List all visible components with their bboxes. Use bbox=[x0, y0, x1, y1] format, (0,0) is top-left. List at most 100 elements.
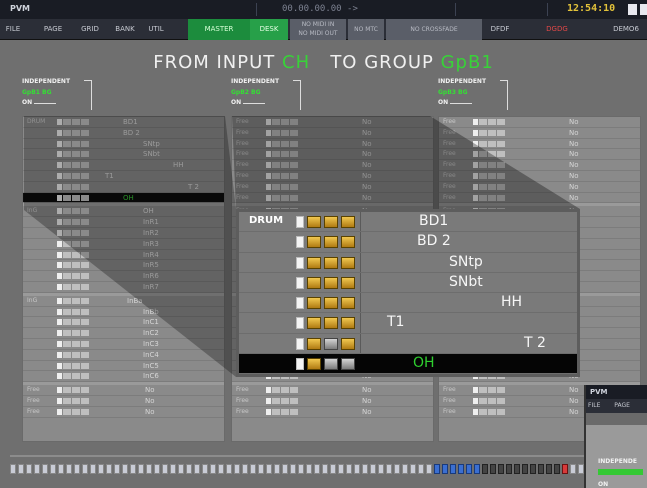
row-buttons[interactable] bbox=[473, 387, 509, 394]
assign-button[interactable] bbox=[307, 276, 321, 289]
row-buttons[interactable] bbox=[266, 397, 302, 404]
select-button[interactable] bbox=[57, 351, 62, 358]
channel-strip-button[interactable] bbox=[370, 464, 376, 474]
select-button[interactable] bbox=[57, 319, 62, 326]
channel-strip-button[interactable] bbox=[426, 464, 432, 474]
assign-button[interactable] bbox=[63, 319, 71, 326]
table-row[interactable]: InC5 bbox=[23, 361, 224, 372]
row-buttons[interactable] bbox=[57, 229, 93, 236]
channel-strip-button[interactable] bbox=[178, 464, 184, 474]
mini-menu-page[interactable]: PAGE bbox=[614, 402, 630, 409]
select-button[interactable] bbox=[473, 387, 478, 394]
channel-strip-button[interactable] bbox=[66, 464, 72, 474]
table-row[interactable]: Free No bbox=[232, 128, 433, 139]
assign-button[interactable] bbox=[290, 387, 298, 394]
scene-dgdg[interactable]: DGDG bbox=[537, 19, 577, 40]
zoom-row[interactable]: T 2 bbox=[239, 334, 577, 355]
select-button[interactable] bbox=[57, 119, 62, 125]
assign-button[interactable] bbox=[63, 183, 71, 190]
channel-strip-button[interactable] bbox=[242, 464, 248, 474]
master-button[interactable]: MASTER bbox=[188, 19, 250, 40]
channel-strip-button[interactable] bbox=[458, 464, 464, 474]
channel-strip-button[interactable] bbox=[562, 464, 568, 474]
channel-strip-button[interactable] bbox=[498, 464, 504, 474]
table-row[interactable]: Free No bbox=[23, 396, 224, 407]
assign-button[interactable] bbox=[63, 283, 71, 290]
assign-button[interactable] bbox=[479, 119, 487, 125]
channel-strip-button[interactable] bbox=[530, 464, 536, 474]
select-button[interactable] bbox=[296, 236, 304, 249]
assign-button[interactable] bbox=[341, 297, 355, 310]
assign-button[interactable] bbox=[81, 319, 89, 326]
assign-button[interactable] bbox=[281, 387, 289, 394]
assign-button[interactable] bbox=[488, 151, 496, 158]
channel-strip-button[interactable] bbox=[82, 464, 88, 474]
assign-button[interactable] bbox=[72, 308, 80, 315]
select-button[interactable] bbox=[57, 140, 62, 147]
select-button[interactable] bbox=[266, 194, 271, 201]
assign-button[interactable] bbox=[324, 337, 338, 350]
table-row[interactable]: Free No bbox=[439, 193, 640, 204]
channel-strip-button[interactable] bbox=[98, 464, 104, 474]
assign-button[interactable] bbox=[81, 262, 89, 269]
assign-button[interactable] bbox=[63, 387, 71, 394]
row-buttons[interactable] bbox=[57, 208, 93, 215]
assign-button[interactable] bbox=[72, 219, 80, 226]
assign-button[interactable] bbox=[324, 216, 338, 228]
assign-button[interactable] bbox=[81, 162, 89, 169]
assign-button[interactable] bbox=[307, 358, 321, 371]
assign-button[interactable] bbox=[281, 162, 289, 169]
table-row[interactable]: Free No bbox=[232, 149, 433, 161]
assign-button[interactable] bbox=[63, 362, 71, 369]
assign-button[interactable] bbox=[72, 251, 80, 258]
select-button[interactable] bbox=[296, 256, 304, 269]
zoom-row-buttons[interactable] bbox=[296, 256, 358, 269]
channel-strip-button[interactable] bbox=[186, 464, 192, 474]
row-buttons[interactable] bbox=[266, 129, 302, 136]
assign-button[interactable] bbox=[63, 273, 71, 280]
assign-button[interactable] bbox=[497, 129, 505, 136]
row-buttons[interactable] bbox=[57, 251, 93, 258]
select-button[interactable] bbox=[57, 172, 62, 179]
table-row[interactable]: Free No bbox=[232, 171, 433, 182]
assign-button[interactable] bbox=[272, 183, 280, 190]
assign-button[interactable] bbox=[72, 373, 80, 380]
channel-strip-button[interactable] bbox=[338, 464, 344, 474]
assign-button[interactable] bbox=[272, 151, 280, 158]
select-button[interactable] bbox=[296, 216, 304, 228]
channel-strip-button[interactable] bbox=[442, 464, 448, 474]
assign-button[interactable] bbox=[324, 358, 338, 371]
select-button[interactable] bbox=[473, 151, 478, 158]
table-row[interactable]: Free No bbox=[439, 117, 640, 128]
row-buttons[interactable] bbox=[57, 397, 93, 404]
table-row[interactable]: T 2 bbox=[23, 182, 224, 193]
assign-button[interactable] bbox=[479, 183, 487, 190]
channel-strip-button[interactable] bbox=[346, 464, 352, 474]
zoom-row[interactable]: SNtp bbox=[239, 253, 577, 273]
assign-button[interactable] bbox=[63, 351, 71, 358]
assign-button[interactable] bbox=[479, 194, 487, 201]
assign-button[interactable] bbox=[81, 172, 89, 179]
assign-button[interactable] bbox=[81, 330, 89, 337]
select-button[interactable] bbox=[266, 162, 271, 169]
channel-strip-button[interactable] bbox=[322, 464, 328, 474]
assign-button[interactable] bbox=[281, 119, 289, 125]
row-buttons[interactable] bbox=[473, 151, 509, 158]
row-buttons[interactable] bbox=[57, 219, 93, 226]
assign-button[interactable] bbox=[72, 362, 80, 369]
channel-strip-button[interactable] bbox=[290, 464, 296, 474]
assign-button[interactable] bbox=[63, 219, 71, 226]
assign-button[interactable] bbox=[497, 183, 505, 190]
assign-button[interactable] bbox=[72, 229, 80, 236]
row-buttons[interactable] bbox=[266, 140, 302, 147]
channel-strip-button[interactable] bbox=[274, 464, 280, 474]
assign-button[interactable] bbox=[497, 408, 505, 415]
assign-button[interactable] bbox=[290, 408, 298, 415]
assign-button[interactable] bbox=[281, 183, 289, 190]
table-row[interactable]: Free No bbox=[232, 193, 433, 204]
table-row[interactable]: Free No bbox=[439, 160, 640, 171]
row-buttons[interactable] bbox=[473, 140, 509, 147]
assign-button[interactable] bbox=[341, 256, 355, 269]
channel-strip-button[interactable] bbox=[386, 464, 392, 474]
table-row[interactable]: InC2 bbox=[23, 328, 224, 339]
